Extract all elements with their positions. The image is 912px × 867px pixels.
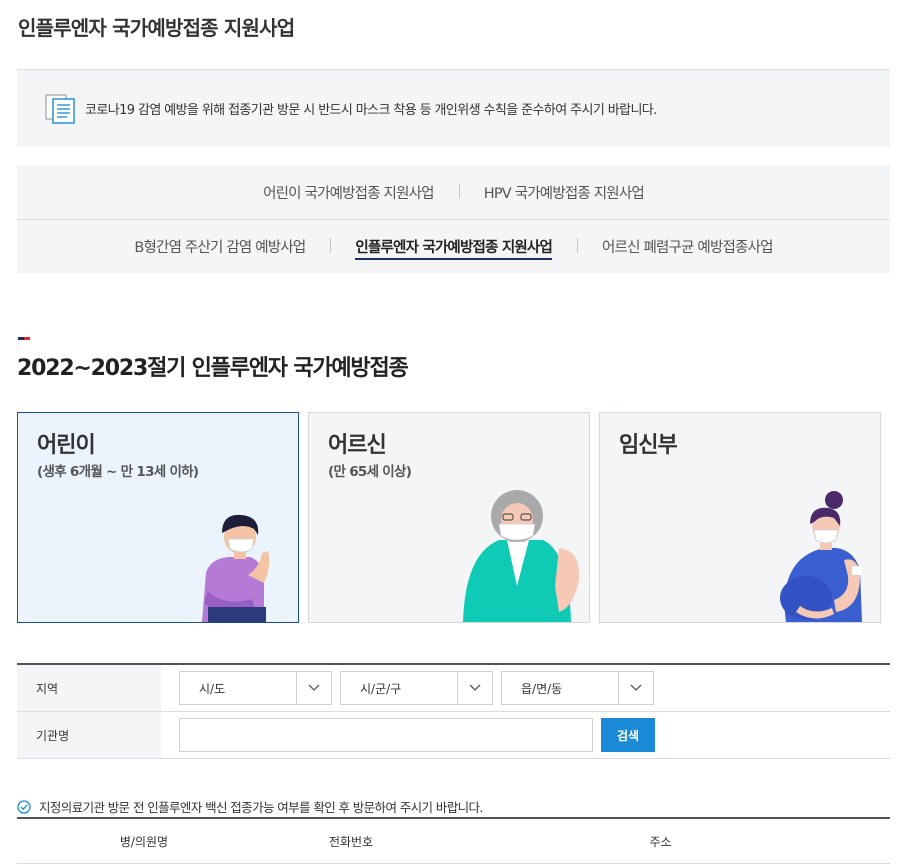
card-child[interactable]: 어린이 (생후 6개월 ~ 만 13세 이하) [17, 412, 299, 623]
header-address: 주소 [649, 834, 672, 849]
program-tabs: 어린이 국가예방접종 지원사업 HPV 국가예방접종 지원사업 B형간염 주산기… [17, 165, 890, 273]
tab-pneumococcal[interactable]: 어르신 폐렴구균 예방접종사업 [577, 236, 798, 257]
pregnant-illustration [780, 491, 862, 622]
card-title: 어르신 [328, 433, 387, 458]
check-circle-icon [17, 799, 31, 814]
name-label: 기관명 [17, 712, 161, 758]
card-subtitle: (생후 6개월 ~ 만 13세 이하) [37, 464, 199, 480]
notice-box: 코로나19 감염 예방을 위해 접종기관 방문 시 반드시 마스크 착용 등 개… [17, 69, 890, 147]
institution-name-input[interactable] [179, 718, 593, 752]
search-button[interactable]: 검색 [601, 718, 655, 752]
document-icon [45, 93, 75, 124]
card-title: 임신부 [619, 433, 678, 458]
name-row: 기관명 검색 [17, 712, 890, 759]
guide-text: 지정의료기관 방문 전 인플루엔자 백신 접종가능 여부를 확인 후 방문하여 … [39, 800, 483, 815]
guide-message: 지정의료기관 방문 전 인플루엔자 백신 접종가능 여부를 확인 후 방문하여 … [17, 797, 483, 816]
tab-hpv-vaccination[interactable]: HPV 국가예방접종 지원사업 [458, 182, 669, 203]
tab-influenza[interactable]: 인플루엔자 국가예방접종 지원사업 [330, 236, 577, 260]
section-title: 2022~2023절기 인플루엔자 국가예방접종 [17, 356, 409, 381]
header-hospital-name: 병/의원명 [119, 834, 169, 849]
target-cards: 어린이 (생후 6개월 ~ 만 13세 이하) 어르신 (만 65세 이상) 임… [17, 412, 881, 623]
tab-row-1: 어린이 국가예방접종 지원사업 HPV 국가예방접종 지원사업 [17, 165, 890, 219]
senior-illustration [463, 490, 580, 622]
sigungu-select[interactable]: 시/군/구 [340, 671, 493, 705]
eupmyeondong-select[interactable]: 읍/면/동 [501, 671, 654, 705]
section-mark [18, 337, 30, 340]
card-senior[interactable]: 어르신 (만 65세 이상) [308, 412, 590, 623]
card-pregnant[interactable]: 임신부 [599, 412, 881, 623]
chevron-down-icon [618, 672, 653, 704]
card-subtitle: (만 65세 이상) [328, 464, 412, 480]
child-illustration [202, 514, 270, 622]
page-title: 인플루엔자 국가예방접종 지원사업 [18, 16, 295, 40]
chevron-down-icon [296, 672, 331, 704]
search-form: 지역 시/도 시/군/구 읍/면/동 기관명 검색 [17, 663, 890, 759]
sido-select[interactable]: 시/도 [179, 671, 332, 705]
card-title: 어린이 [37, 433, 96, 458]
region-label: 지역 [17, 665, 161, 711]
tab-hepatitis-b[interactable]: B형간염 주산기 감염 예방사업 [109, 236, 330, 257]
tab-child-vaccination[interactable]: 어린이 국가예방접종 지원사업 [238, 182, 459, 203]
results-table-header: 병/의원명 전화번호 주소 [17, 817, 890, 864]
notice-text: 코로나19 감염 예방을 위해 접종기관 방문 시 반드시 마스크 착용 등 개… [85, 103, 657, 118]
region-row: 지역 시/도 시/군/구 읍/면/동 [17, 665, 890, 712]
chevron-down-icon [457, 672, 492, 704]
tab-row-2: B형간염 주산기 감염 예방사업 인플루엔자 국가예방접종 지원사업 어르신 폐… [17, 219, 890, 273]
header-phone: 전화번호 [328, 834, 374, 849]
